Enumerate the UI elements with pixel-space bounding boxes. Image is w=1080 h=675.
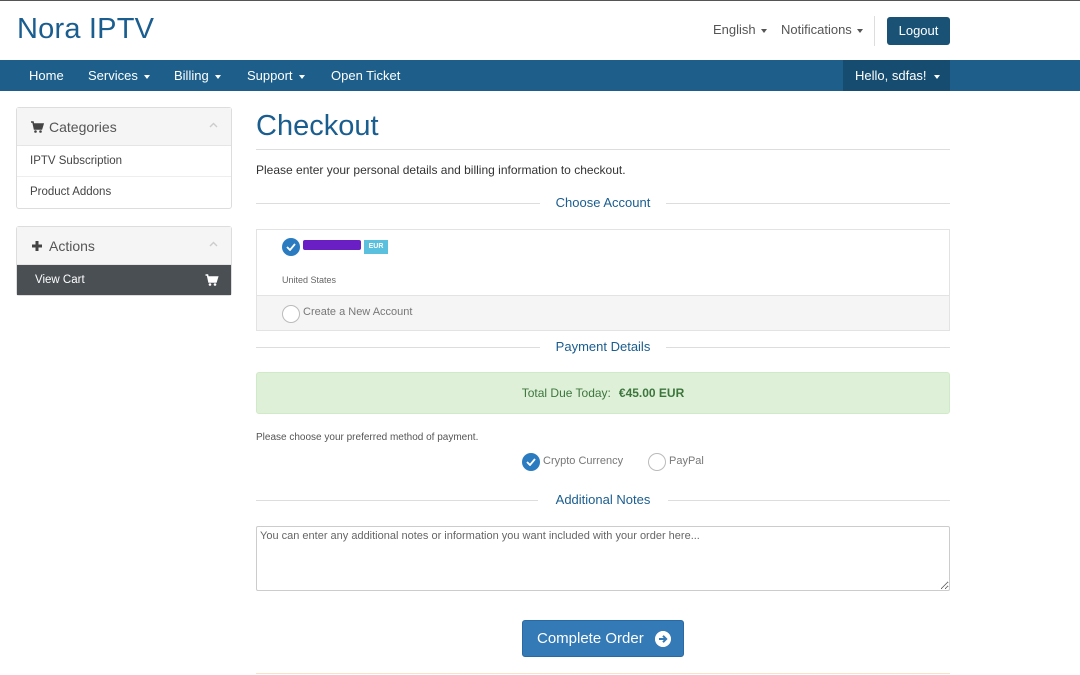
nav-support[interactable]: Support	[247, 60, 305, 91]
nav-billing[interactable]: Billing	[174, 60, 221, 91]
header-divider	[874, 16, 875, 46]
chevron-up-icon	[209, 241, 218, 247]
account-selector: EUR United States Create a New Account	[256, 229, 950, 331]
check-circle-icon[interactable]	[522, 453, 540, 471]
nav-services-label: Services	[88, 68, 138, 83]
payment-method-prompt: Please choose your preferred method of p…	[256, 432, 479, 443]
cart-icon	[205, 274, 219, 286]
bottom-divider	[256, 673, 950, 674]
caret-down-icon	[298, 74, 305, 79]
additional-notes-input[interactable]	[256, 526, 950, 591]
plus-icon	[32, 241, 42, 251]
view-cart-button[interactable]: View Cart	[17, 265, 231, 295]
payment-option-label: Crypto Currency	[543, 455, 624, 467]
new-account-label: Create a New Account	[303, 306, 413, 318]
site-header: Nora IPTV English Notifications Logout	[0, 0, 1080, 60]
page-title: Checkout	[256, 110, 379, 142]
categories-title: Categories	[49, 119, 117, 135]
total-due-value: €45.00 EUR	[618, 386, 685, 400]
actions-title: Actions	[49, 238, 95, 254]
chevron-up-icon	[209, 122, 218, 128]
payment-details-heading: Payment Details	[256, 339, 950, 357]
caret-down-icon	[760, 28, 767, 33]
checkout-intro: Please enter your personal details and b…	[256, 163, 626, 177]
radio-empty-icon[interactable]	[282, 305, 300, 323]
currency-badge: EUR	[364, 240, 388, 254]
sidebar-item-product-addons[interactable]: Product Addons	[17, 177, 231, 208]
caret-down-icon	[933, 74, 940, 79]
nav-support-label: Support	[247, 68, 293, 83]
payment-option-paypal[interactable]: PayPal	[648, 453, 708, 471]
additional-notes-heading: Additional Notes	[256, 492, 950, 510]
nav-billing-label: Billing	[174, 68, 209, 83]
payment-option-label: PayPal	[669, 455, 704, 467]
redacted-account-name	[303, 240, 361, 250]
main-navbar: Home Services Billing Support Open Ticke…	[0, 60, 1080, 91]
new-account-option[interactable]: Create a New Account	[257, 295, 949, 330]
language-label: English	[713, 22, 756, 37]
categories-header[interactable]: Categories	[17, 108, 231, 146]
user-menu[interactable]: Hello, sdfas!	[843, 60, 950, 91]
caret-down-icon	[214, 74, 221, 79]
total-due-box: Total Due Today: €45.00 EUR	[256, 372, 950, 414]
nav-home-label: Home	[29, 68, 64, 83]
actions-header[interactable]: Actions	[17, 227, 231, 265]
radio-empty-icon[interactable]	[648, 453, 666, 471]
title-divider	[256, 149, 950, 150]
account-country: United States	[282, 275, 337, 285]
view-cart-label: View Cart	[35, 274, 85, 286]
nav-home[interactable]: Home	[29, 60, 64, 91]
payment-option-crypto[interactable]: Crypto Currency	[522, 453, 626, 471]
nav-services[interactable]: Services	[88, 60, 150, 91]
payment-details-title: Payment Details	[555, 339, 651, 354]
user-greeting: Hello, sdfas!	[855, 68, 927, 83]
logout-button[interactable]: Logout	[887, 17, 950, 45]
complete-order-label: Complete Order	[537, 630, 644, 647]
check-circle-icon[interactable]	[282, 238, 300, 256]
caret-down-icon	[856, 28, 863, 33]
brand-logo[interactable]: Nora IPTV	[17, 13, 154, 46]
choose-account-title: Choose Account	[555, 195, 651, 210]
categories-panel: Categories IPTV Subscription Product Add…	[16, 107, 232, 209]
choose-account-heading: Choose Account	[256, 195, 950, 213]
nav-open-ticket[interactable]: Open Ticket	[331, 60, 400, 91]
complete-order-button[interactable]: Complete Order	[522, 620, 684, 657]
notifications-dropdown[interactable]: Notifications	[781, 22, 863, 37]
nav-open-ticket-label: Open Ticket	[331, 68, 401, 83]
actions-panel: Actions View Cart	[16, 226, 232, 296]
sidebar-item-iptv-subscription[interactable]: IPTV Subscription	[17, 146, 231, 177]
existing-account-option[interactable]: EUR United States	[257, 230, 949, 295]
language-dropdown[interactable]: English	[713, 22, 767, 37]
cart-icon	[31, 121, 44, 133]
additional-notes-title: Additional Notes	[555, 492, 651, 507]
notifications-label: Notifications	[781, 22, 852, 37]
total-due-label: Total Due Today:	[521, 386, 611, 400]
caret-down-icon	[143, 74, 150, 79]
arrow-right-circle-icon	[655, 631, 671, 647]
